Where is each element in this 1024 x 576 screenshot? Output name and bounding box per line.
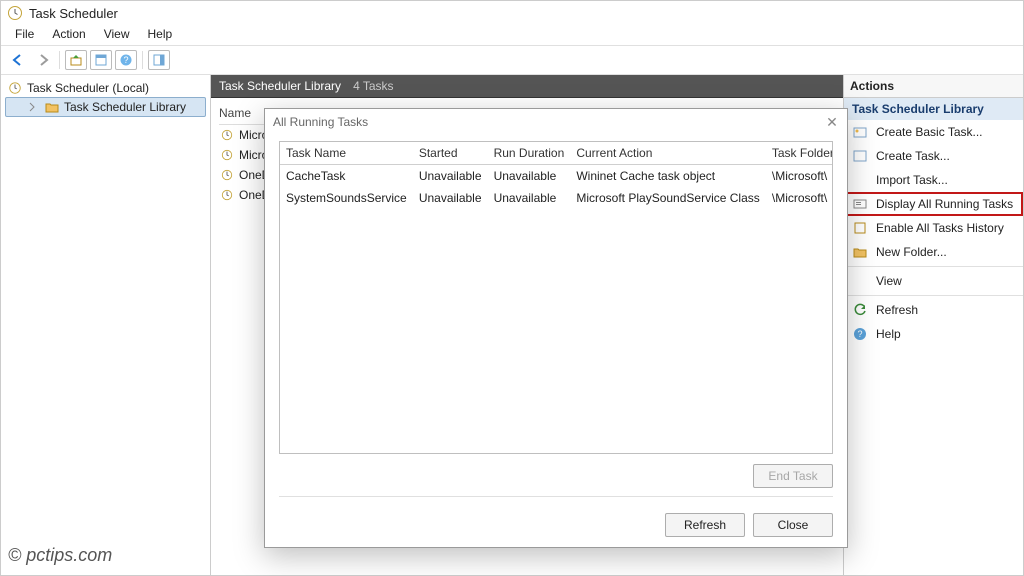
folder-icon (44, 99, 60, 115)
clock-icon (219, 127, 235, 143)
clock-icon (7, 5, 23, 21)
up-button[interactable] (65, 50, 87, 70)
refresh-button[interactable]: Refresh (665, 513, 745, 537)
close-icon[interactable]: ✕ (825, 115, 839, 129)
action-label: New Folder... (876, 245, 947, 259)
history-icon (852, 220, 868, 236)
tree-root[interactable]: Task Scheduler (Local) (5, 79, 206, 97)
menu-view[interactable]: View (96, 25, 138, 43)
dialog-buttons: End Task Refresh Close (265, 454, 847, 547)
view-submenu[interactable]: View (844, 269, 1023, 293)
menubar: File Action View Help (1, 25, 1023, 46)
action-label: Refresh (876, 303, 918, 317)
dialog-table-container[interactable]: Task Name Started Run Duration Current A… (279, 141, 833, 454)
cell-action: Wininet Cache task object (570, 165, 766, 188)
task-icon (852, 148, 868, 164)
end-task-button[interactable]: End Task (753, 464, 833, 488)
clock-icon (219, 147, 235, 163)
blank-icon (852, 273, 868, 289)
forward-button[interactable] (32, 50, 54, 70)
action-label: Enable All Tasks History (876, 221, 1004, 235)
clock-icon (219, 167, 235, 183)
properties-button[interactable] (90, 50, 112, 70)
menu-file[interactable]: File (7, 25, 42, 43)
new-folder[interactable]: New Folder... (844, 240, 1023, 264)
cell-started: Unavailable (413, 165, 488, 188)
cell-started: Unavailable (413, 187, 488, 209)
table-row[interactable]: SystemSoundsServiceUnavailableUnavailabl… (280, 187, 833, 209)
nav-tree: Task Scheduler (Local) Task Scheduler Li… (1, 75, 211, 575)
panes-button[interactable] (148, 50, 170, 70)
table-row[interactable]: CacheTaskUnavailableUnavailableWininet C… (280, 165, 833, 188)
titlebar: Task Scheduler (1, 1, 1023, 25)
help[interactable]: ? Help (844, 322, 1023, 346)
dialog-title: All Running Tasks (273, 115, 368, 129)
toolbar: ? (1, 46, 1023, 75)
svg-text:?: ? (857, 329, 862, 339)
dialog-titlebar: All Running Tasks ✕ (265, 109, 847, 135)
col-task-folder[interactable]: Task Folder (766, 142, 833, 165)
center-header: Task Scheduler Library 4 Tasks (211, 75, 843, 98)
import-icon (852, 172, 868, 188)
action-label: Help (876, 327, 901, 341)
chevron-right-icon (24, 99, 40, 115)
col-duration[interactable]: Run Duration (488, 142, 571, 165)
col-task-name[interactable]: Task Name (280, 142, 413, 165)
action-label: Create Basic Task... (876, 125, 983, 139)
all-running-tasks-dialog: All Running Tasks ✕ Task Name Started Ru… (264, 108, 848, 548)
tree-library[interactable]: Task Scheduler Library (5, 97, 206, 117)
menu-help[interactable]: Help (140, 25, 181, 43)
cell-folder: \Microsoft\ (766, 165, 833, 188)
separator (844, 266, 1023, 267)
help-icon: ? (852, 326, 868, 342)
display-running-tasks[interactable]: Display All Running Tasks (844, 192, 1023, 216)
col-started[interactable]: Started (413, 142, 488, 165)
app-title: Task Scheduler (29, 6, 118, 21)
close-button[interactable]: Close (753, 513, 833, 537)
tree-root-label: Task Scheduler (Local) (27, 81, 149, 95)
col-current-action[interactable]: Current Action (570, 142, 766, 165)
separator (844, 295, 1023, 296)
refresh-icon (852, 302, 868, 318)
back-button[interactable] (7, 50, 29, 70)
action-label: View (876, 274, 902, 288)
task-count: 4 Tasks (353, 79, 393, 93)
running-tasks-table: Task Name Started Run Duration Current A… (280, 142, 833, 209)
menu-action[interactable]: Action (44, 25, 93, 43)
action-label: Create Task... (876, 149, 950, 163)
clock-icon (219, 187, 235, 203)
enable-history[interactable]: Enable All Tasks History (844, 216, 1023, 240)
cell-action: Microsoft PlaySoundService Class (570, 187, 766, 209)
new-folder-icon (852, 244, 868, 260)
help-button[interactable]: ? (115, 50, 137, 70)
cell-duration: Unavailable (488, 165, 571, 188)
import-task[interactable]: Import Task... (844, 168, 1023, 192)
actions-section: Task Scheduler Library (844, 98, 1023, 120)
clock-icon (7, 80, 23, 96)
cell-name: SystemSoundsService (280, 187, 413, 209)
cell-folder: \Microsoft\ (766, 187, 833, 209)
actions-header: Actions (844, 75, 1023, 98)
svg-text:?: ? (123, 55, 128, 65)
actions-pane: Actions Task Scheduler Library Create Ba… (843, 75, 1023, 575)
create-task[interactable]: Create Task... (844, 144, 1023, 168)
toolbar-separator (59, 51, 60, 69)
cell-name: CacheTask (280, 165, 413, 188)
action-label: Display All Running Tasks (876, 197, 1013, 211)
wizard-icon (852, 124, 868, 140)
refresh[interactable]: Refresh (844, 298, 1023, 322)
tree-library-label: Task Scheduler Library (64, 100, 186, 114)
watermark: © pctips.com (8, 545, 112, 566)
cell-duration: Unavailable (488, 187, 571, 209)
action-label: Import Task... (876, 173, 948, 187)
create-basic-task[interactable]: Create Basic Task... (844, 120, 1023, 144)
center-title: Task Scheduler Library (219, 79, 341, 93)
toolbar-separator (142, 51, 143, 69)
running-tasks-icon (852, 196, 868, 212)
